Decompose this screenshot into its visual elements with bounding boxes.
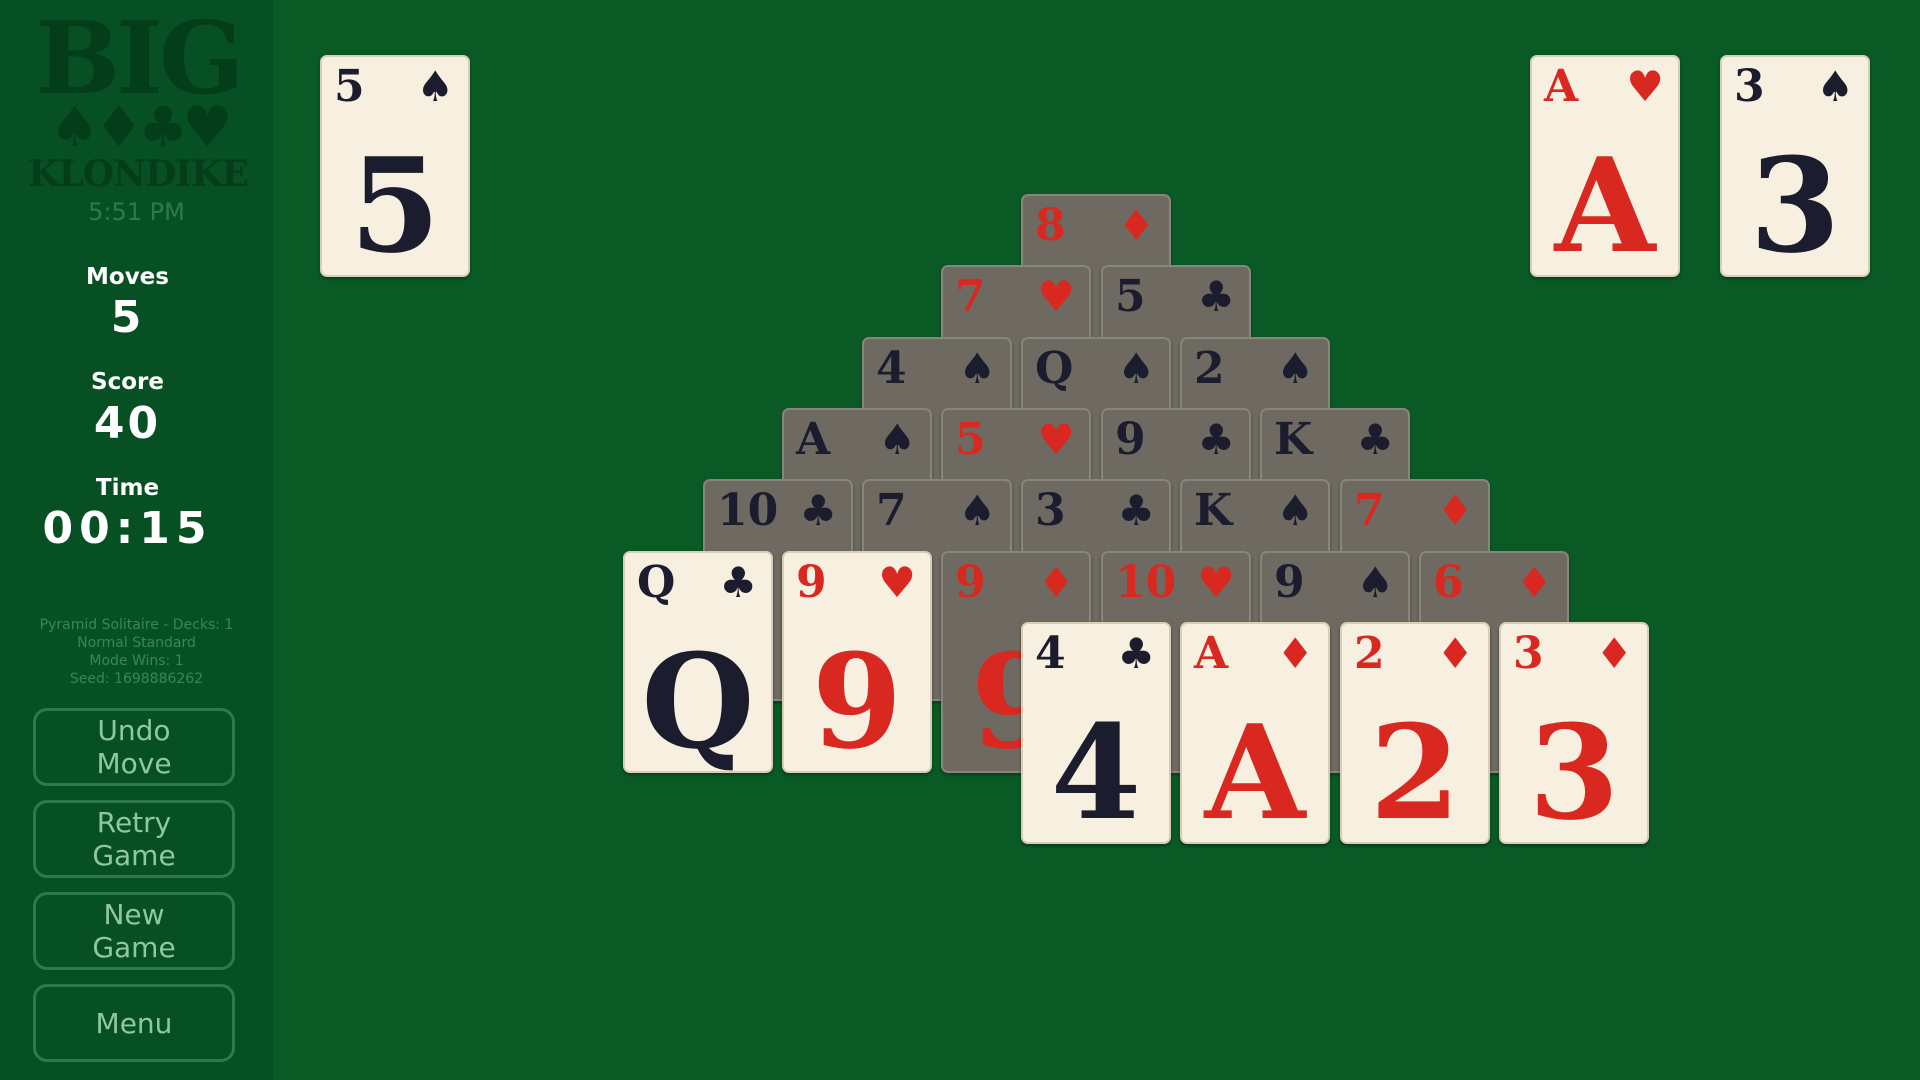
card-rank: 9 xyxy=(1274,557,1305,608)
info-line: Seed: 1698886262 xyxy=(69,671,204,687)
logo-subtitle: KLONDIKE xyxy=(28,153,249,195)
card-suit-icon: ♥ xyxy=(1037,272,1075,321)
info-line: Normal Standard xyxy=(77,635,196,651)
card-suit-icon: ♦ xyxy=(1276,629,1314,678)
card-rank: 8 xyxy=(1035,200,1066,251)
card-rank: 5 xyxy=(1115,271,1146,322)
card-suit-icon: ♠ xyxy=(416,62,454,111)
card-suit-icon: ♠ xyxy=(1816,62,1854,111)
card-rank: Q xyxy=(637,557,676,608)
card-suit-icon: ♣ xyxy=(1197,415,1235,464)
card-rank: 7 xyxy=(955,271,986,322)
card-rank: 2 xyxy=(1354,628,1385,679)
retry-game-button[interactable]: Retry Game xyxy=(33,800,235,878)
card-suit-icon: ♣ xyxy=(1356,415,1394,464)
card-suit-icon: ♦ xyxy=(1595,629,1633,678)
card-rank: 6 xyxy=(1433,557,1464,608)
card-rank: 3 xyxy=(1035,485,1066,536)
card-rank: 5 xyxy=(334,61,365,112)
card-rank: A xyxy=(1194,628,1229,679)
card-suit-icon: ♠ xyxy=(958,486,996,535)
card-rank: 3 xyxy=(1513,628,1544,679)
card-suit-icon: ♣ xyxy=(719,558,757,607)
card-rank-large: 2 xyxy=(1369,696,1461,849)
pyramid-open-card[interactable]: A ♦ A xyxy=(1180,622,1330,844)
card-rank-large: 4 xyxy=(1050,696,1142,849)
card-rank-large: A xyxy=(1554,129,1656,282)
new-game-button[interactable]: New Game xyxy=(33,892,235,970)
card-suit-icon: ♠ xyxy=(1276,486,1314,535)
card-suit-icon: ♦ xyxy=(1117,201,1155,250)
card-suit-icon: ♦ xyxy=(1436,629,1474,678)
undo-move-button[interactable]: Undo Move xyxy=(33,708,235,786)
card-suit-icon: ♣ xyxy=(799,486,837,535)
foundation-card[interactable]: A ♥ A xyxy=(1530,55,1680,277)
card-rank-large: A xyxy=(1204,696,1306,849)
card-suit-icon: ♠ xyxy=(1117,344,1155,393)
card-rank: 4 xyxy=(1035,628,1066,679)
logo-title: BIG xyxy=(35,0,245,117)
card-rank: 7 xyxy=(1354,485,1385,536)
card-rank-large: 3 xyxy=(1528,696,1620,849)
card-suit-icon: ♥ xyxy=(878,558,916,607)
card-suit-icon: ♣ xyxy=(1197,272,1235,321)
card-suit-icon: ♠ xyxy=(1276,344,1314,393)
card-rank: K xyxy=(1194,485,1233,536)
score-value: 40 xyxy=(93,398,162,449)
pyramid-open-card[interactable]: Q ♣ Q xyxy=(623,551,773,773)
card-rank: K xyxy=(1274,414,1313,465)
card-rank: 2 xyxy=(1194,343,1225,394)
game-info: Pyramid Solitaire - Decks: 1 Normal Stan… xyxy=(0,616,273,688)
card-suit-icon: ♦ xyxy=(1436,486,1474,535)
card-rank: 7 xyxy=(876,485,907,536)
card-suit-icon: ♦ xyxy=(1037,558,1075,607)
pyramid-open-card[interactable]: 2 ♦ 2 xyxy=(1340,622,1490,844)
card-rank: 5 xyxy=(955,414,986,465)
menu-button[interactable]: Menu xyxy=(33,984,235,1062)
moves-label: Moves xyxy=(86,264,169,290)
time-value: 00:15 xyxy=(42,503,213,554)
card-suit-icon: ♥ xyxy=(1626,62,1664,111)
card-suit-icon: ♠ xyxy=(1356,558,1394,607)
card-suit-icon: ♠ xyxy=(878,415,916,464)
clock: 5:51 PM xyxy=(88,198,185,226)
card-suit-icon: ♦ xyxy=(1515,558,1553,607)
card-rank-large: 5 xyxy=(349,129,441,282)
logo-suits-icon: ♠♦♣♥ xyxy=(49,95,233,160)
card-rank-large: 9 xyxy=(811,625,903,778)
pyramid-open-card[interactable]: 3 ♦ 3 xyxy=(1499,622,1649,844)
sidebar: BIG ♠♦♣♥ KLONDIKE 5:51 PM Moves 5 Score … xyxy=(0,0,273,1080)
score-label: Score xyxy=(91,369,164,395)
card-rank-large: Q xyxy=(641,625,755,778)
card-rank: 10 xyxy=(717,485,779,536)
card-rank: 9 xyxy=(955,557,986,608)
card-rank: 3 xyxy=(1734,61,1765,112)
foundation-card[interactable]: 3 ♠ 3 xyxy=(1720,55,1870,277)
card-suit-icon: ♣ xyxy=(1117,629,1155,678)
card-suit-icon: ♥ xyxy=(1037,415,1075,464)
info-line: Mode Wins: 1 xyxy=(89,653,184,669)
card-suit-icon: ♠ xyxy=(958,344,996,393)
card-rank: A xyxy=(796,414,831,465)
card-rank: A xyxy=(1544,61,1579,112)
card-rank: 9 xyxy=(1115,414,1146,465)
info-line: Pyramid Solitaire - Decks: 1 xyxy=(39,617,234,633)
pyramid-open-card[interactable]: 4 ♣ 4 xyxy=(1021,622,1171,844)
card-rank: 9 xyxy=(796,557,827,608)
card-suit-icon: ♣ xyxy=(1117,486,1155,535)
card-rank: 4 xyxy=(876,343,907,394)
card-rank: Q xyxy=(1035,343,1074,394)
card-rank-large: 3 xyxy=(1749,129,1841,282)
waste-pile-card[interactable]: 5 ♠ 5 xyxy=(320,55,470,277)
card-suit-icon: ♥ xyxy=(1197,558,1235,607)
card-rank: 10 xyxy=(1115,557,1177,608)
pyramid-open-card[interactable]: 9 ♥ 9 xyxy=(782,551,932,773)
time-label: Time xyxy=(95,475,160,501)
moves-value: 5 xyxy=(110,292,145,343)
